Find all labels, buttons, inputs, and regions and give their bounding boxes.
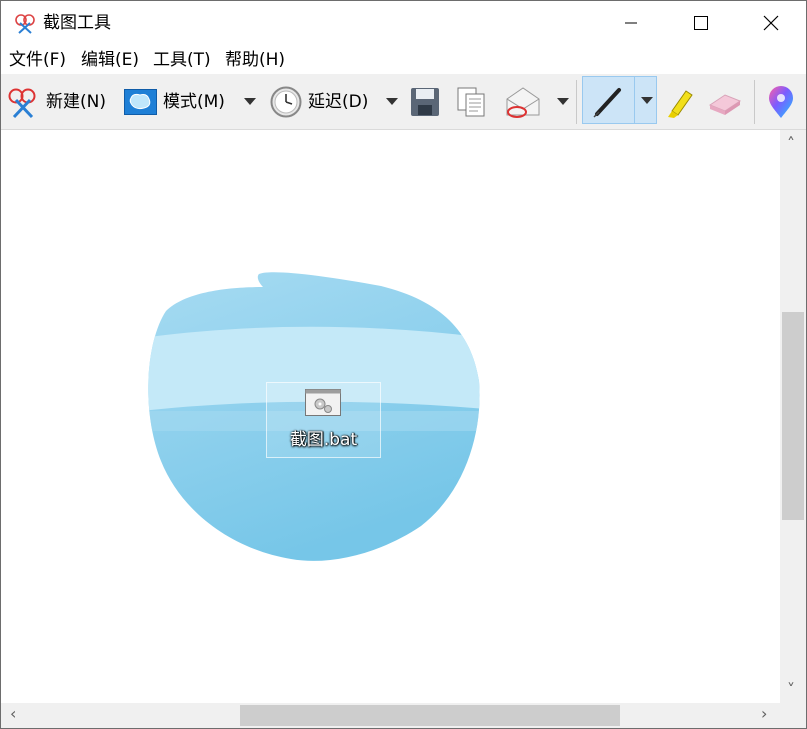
maximize-button[interactable] bbox=[666, 1, 736, 45]
snipping-tool-window: 截图工具 文件(F) 编辑(E) 工具(T) 帮助(H) 新建(N) 模式(M)… bbox=[0, 0, 807, 729]
paint3d-button[interactable] bbox=[766, 80, 796, 124]
toolbar: 新建(N) 模式(M) 延迟(D) bbox=[1, 74, 806, 130]
email-icon bbox=[506, 87, 540, 118]
file-desktop-item[interactable]: 截图.bat bbox=[266, 382, 381, 458]
send-snip-button[interactable] bbox=[505, 80, 541, 124]
scissors-icon bbox=[15, 14, 35, 34]
copy-icon bbox=[457, 87, 485, 117]
scrollbar-corner bbox=[780, 703, 806, 728]
delay-button[interactable]: 延迟(D) bbox=[270, 80, 368, 124]
menu-edit[interactable]: 编辑(E) bbox=[81, 49, 139, 71]
menu-help[interactable]: 帮助(H) bbox=[225, 49, 285, 71]
close-button[interactable] bbox=[736, 1, 806, 45]
eraser-button[interactable] bbox=[707, 80, 743, 124]
highlighter-icon bbox=[668, 90, 693, 118]
pen-split-divider bbox=[634, 77, 635, 123]
paint3d-icon bbox=[769, 86, 793, 118]
save-button[interactable] bbox=[410, 80, 440, 124]
vertical-scrollbar[interactable]: ˄ ˅ bbox=[780, 130, 806, 703]
maximize-icon bbox=[694, 16, 708, 30]
new-button[interactable]: 新建(N) bbox=[6, 80, 106, 124]
scroll-right-arrow[interactable]: › bbox=[761, 706, 767, 722]
minimize-button[interactable] bbox=[596, 1, 666, 45]
chevron-down-icon bbox=[244, 98, 256, 105]
window-title: 截图工具 bbox=[43, 13, 111, 33]
mode-icon bbox=[124, 89, 157, 115]
save-icon bbox=[411, 88, 439, 116]
mode-dropdown[interactable] bbox=[241, 80, 259, 124]
copy-button[interactable] bbox=[456, 80, 488, 124]
scroll-up-arrow[interactable]: ˄ bbox=[787, 136, 795, 152]
scissors-icon bbox=[8, 88, 36, 119]
pen-button-selected[interactable] bbox=[582, 76, 657, 124]
chevron-down-icon bbox=[641, 97, 653, 104]
horizontal-scrollbar[interactable]: ‹ › bbox=[1, 703, 780, 728]
snip-canvas: 截图.bat bbox=[1, 130, 780, 703]
menu-tools[interactable]: 工具(T) bbox=[153, 49, 211, 71]
chevron-down-icon bbox=[557, 98, 569, 105]
mode-button[interactable]: 模式(M) bbox=[124, 80, 225, 124]
title-bar: 截图工具 bbox=[1, 1, 806, 45]
new-button-label: 新建(N) bbox=[46, 92, 106, 112]
delay-button-label: 延迟(D) bbox=[308, 92, 369, 112]
clock-icon bbox=[270, 86, 302, 118]
menu-bar: 文件(F) 编辑(E) 工具(T) 帮助(H) bbox=[1, 46, 806, 74]
batch-file-gear-icon bbox=[305, 389, 341, 416]
captured-snip-shape bbox=[148, 272, 480, 561]
mode-button-label: 模式(M) bbox=[163, 92, 225, 112]
scroll-left-arrow[interactable]: ‹ bbox=[10, 706, 16, 722]
toolbar-separator bbox=[576, 80, 577, 124]
send-snip-dropdown[interactable] bbox=[554, 80, 572, 124]
highlighter-button[interactable] bbox=[662, 80, 696, 124]
scroll-down-arrow[interactable]: ˅ bbox=[787, 682, 795, 698]
file-name-label: 截图.bat bbox=[289, 430, 358, 450]
pen-icon bbox=[593, 88, 621, 118]
delay-dropdown[interactable] bbox=[383, 80, 401, 124]
toolbar-separator bbox=[754, 80, 755, 124]
chevron-down-icon bbox=[386, 98, 398, 105]
horizontal-scroll-thumb[interactable] bbox=[240, 705, 620, 726]
minimize-icon bbox=[625, 22, 637, 24]
menu-file[interactable]: 文件(F) bbox=[9, 49, 66, 71]
vertical-scroll-thumb[interactable] bbox=[782, 312, 804, 520]
close-icon bbox=[763, 15, 779, 31]
eraser-icon bbox=[708, 94, 742, 115]
